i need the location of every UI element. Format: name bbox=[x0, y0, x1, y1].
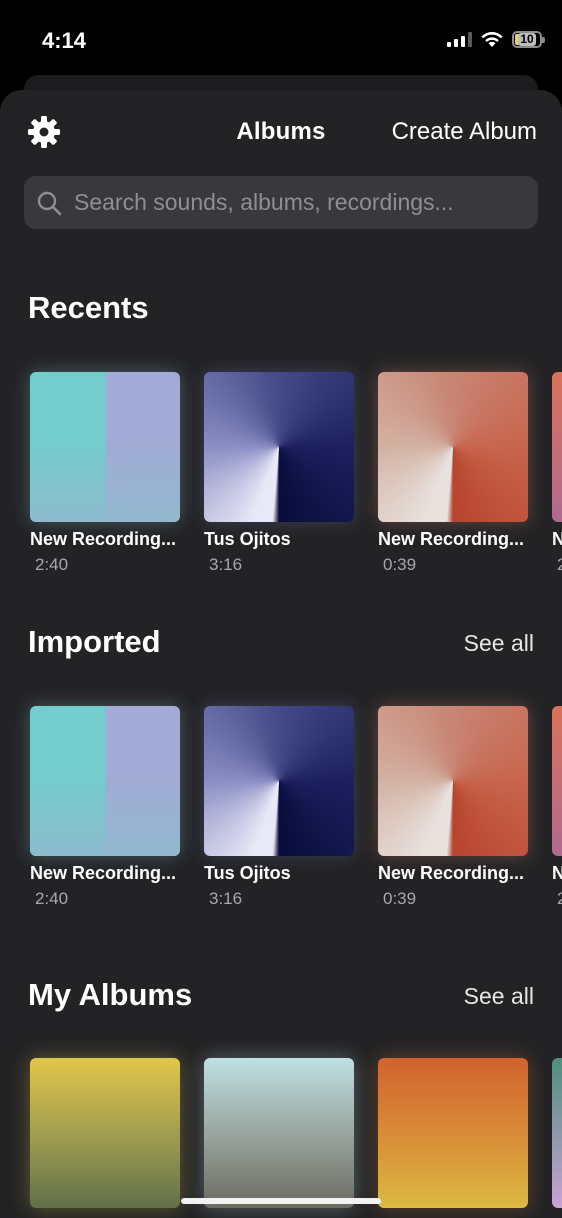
imported-item[interactable]: N 2 bbox=[552, 706, 562, 909]
search-bar[interactable] bbox=[24, 176, 538, 229]
battery-icon: 10 bbox=[512, 30, 545, 48]
wifi-icon bbox=[481, 32, 503, 47]
item-title: New Recording... bbox=[378, 863, 525, 883]
my-albums-title: My Albums bbox=[28, 977, 193, 1012]
battery-level: 10 bbox=[518, 31, 536, 46]
album-art bbox=[30, 706, 180, 856]
search-icon bbox=[37, 191, 62, 215]
nav-bar: Albums Create Album bbox=[0, 90, 562, 180]
status-icons: 10 bbox=[447, 30, 545, 48]
imported-row: New Recording... 2:40 Tus Ojitos 3:16 Ne… bbox=[30, 706, 562, 909]
album-art bbox=[378, 372, 528, 522]
album-art bbox=[552, 1058, 562, 1208]
album-art bbox=[204, 706, 354, 856]
item-duration: 2 bbox=[557, 555, 562, 574]
recent-item[interactable]: Tus Ojitos 3:16 bbox=[204, 372, 354, 575]
item-duration: 2:40 bbox=[35, 889, 69, 908]
imported-item[interactable]: New Recording... 2:40 bbox=[30, 706, 180, 909]
album-art bbox=[204, 1058, 354, 1208]
item-duration: 0:39 bbox=[383, 889, 417, 908]
item-title: Tus Ojitos bbox=[204, 863, 291, 883]
create-album-button[interactable]: Create Album bbox=[392, 118, 537, 146]
album-art bbox=[204, 372, 354, 522]
imported-item[interactable]: Tus Ojitos 3:16 bbox=[204, 706, 354, 909]
item-title: N bbox=[552, 863, 562, 884]
album-art bbox=[378, 1058, 528, 1208]
recent-item[interactable]: New Recording... 2:40 bbox=[30, 372, 180, 575]
item-title: New Recording... bbox=[378, 529, 525, 549]
recent-item[interactable]: N 2 bbox=[552, 372, 562, 575]
item-title: New Recording... bbox=[30, 529, 177, 549]
recents-title: Recents bbox=[28, 290, 149, 325]
imported-item[interactable]: New Recording... 0:39 bbox=[378, 706, 528, 909]
my-albums-see-all-button[interactable]: See all bbox=[464, 983, 534, 1010]
album-item[interactable] bbox=[552, 1058, 562, 1208]
albums-sheet: Albums Create Album Recents New Recordin… bbox=[0, 90, 562, 1218]
imported-title: Imported bbox=[28, 624, 161, 659]
recents-row: New Recording... 2:40 Tus Ojitos 3:16 Ne… bbox=[30, 372, 562, 575]
status-bar: 4:14 10 bbox=[0, 0, 562, 80]
item-title: Tus Ojitos bbox=[204, 529, 291, 549]
home-indicator[interactable] bbox=[181, 1198, 381, 1204]
album-art bbox=[30, 372, 180, 522]
album-item[interactable] bbox=[30, 1058, 180, 1208]
search-input[interactable] bbox=[72, 188, 516, 217]
item-duration: 3:16 bbox=[209, 889, 243, 908]
item-duration: 0:39 bbox=[383, 555, 417, 574]
album-art bbox=[30, 1058, 180, 1208]
my-albums-row bbox=[30, 1058, 562, 1208]
cellular-signal-icon bbox=[447, 31, 472, 47]
album-art bbox=[378, 706, 528, 856]
item-duration: 2 bbox=[557, 889, 562, 908]
recent-item[interactable]: New Recording... 0:39 bbox=[378, 372, 528, 575]
item-duration: 2:40 bbox=[35, 555, 69, 574]
album-item[interactable] bbox=[378, 1058, 528, 1208]
album-art bbox=[552, 706, 562, 856]
album-art bbox=[552, 372, 562, 522]
item-title: New Recording... bbox=[30, 863, 177, 883]
album-item[interactable] bbox=[204, 1058, 354, 1208]
item-duration: 3:16 bbox=[209, 555, 243, 574]
imported-see-all-button[interactable]: See all bbox=[464, 630, 534, 657]
status-time: 4:14 bbox=[42, 28, 87, 53]
item-title: N bbox=[552, 529, 562, 550]
